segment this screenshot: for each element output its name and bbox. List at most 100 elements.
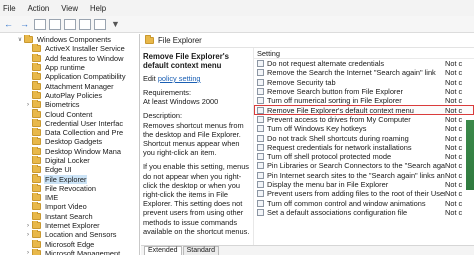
setting-row[interactable]: Prevent users from adding files to the r… — [254, 189, 474, 198]
policy-setting-link[interactable]: policy setting — [158, 74, 201, 83]
setting-row[interactable]: Turn off common control and window anima… — [254, 198, 474, 208]
tree-item[interactable]: Data Collection and Pre — [0, 127, 139, 138]
panel-header: File Explorer — [141, 34, 474, 48]
setting-row[interactable]: Remove the Search the Internet "Search a… — [254, 68, 474, 77]
tree-item[interactable]: Edge UI — [0, 165, 139, 174]
tree-item[interactable]: Desktop Gadgets — [0, 137, 139, 146]
setting-name: Remove Search button from File Explorer — [267, 87, 403, 97]
tree-item[interactable]: Digital Locker — [0, 155, 139, 165]
tree-item-label: Cloud Content — [45, 109, 93, 119]
tree-item[interactable]: › Microsoft Management — [0, 248, 139, 255]
setting-row[interactable]: Turn off Windows Key hotkeys Not c — [254, 124, 474, 133]
menu-action[interactable]: Action — [28, 4, 50, 13]
setting-state: Not c — [445, 59, 463, 69]
tree-item[interactable]: Cloud Content — [0, 109, 139, 119]
tree-item[interactable]: › Internet Explorer — [0, 220, 139, 230]
tree-item[interactable]: AutoPlay Policies — [0, 90, 139, 100]
setting-row[interactable]: Pin Internet search sites to the "Search… — [254, 171, 474, 180]
setting-row[interactable]: Set a default associations configuration… — [254, 208, 474, 217]
setting-name: Do not request alternate credentials — [267, 59, 385, 69]
tree-item[interactable]: Instant Search — [0, 211, 139, 221]
folder-icon — [32, 239, 41, 248]
setting-state: Not c — [445, 68, 463, 78]
folder-icon — [32, 100, 41, 109]
setting-name: Do not track Shell shortcuts during roam… — [267, 133, 409, 143]
tree-item[interactable]: › Location and Sensors — [0, 230, 139, 239]
policy-setting-icon — [257, 199, 264, 207]
folder-icon — [32, 90, 41, 99]
help-icon[interactable] — [79, 18, 91, 30]
setting-row[interactable]: Request credentials for network installa… — [254, 143, 474, 152]
setting-row[interactable]: Do not request alternate credentials Not … — [254, 59, 474, 68]
requirements: Requirements: At least Windows 2000 — [143, 88, 251, 106]
tree-item-label: Attachment Manager — [45, 81, 114, 91]
setting-row[interactable]: Remove Search button from File Explorer N… — [254, 87, 474, 96]
tree-item[interactable]: Attachment Manager — [0, 81, 139, 91]
setting-name: Turn off common control and window anima… — [267, 198, 426, 208]
policy-setting-icon — [257, 106, 264, 114]
policy-setting-icon — [257, 97, 264, 105]
folder-icon — [32, 155, 41, 164]
tree-item[interactable]: Desktop Window Mana — [0, 146, 139, 156]
setting-row[interactable]: Pin Libraries or Search Connectors to th… — [254, 161, 474, 170]
filter-icon[interactable]: ▼ — [109, 18, 122, 30]
forward-arrow-icon[interactable]: → — [18, 18, 31, 30]
menu-view[interactable]: View — [61, 4, 78, 13]
panel-title: File Explorer — [158, 36, 202, 45]
folder-icon — [32, 137, 41, 146]
tab-extended[interactable]: Extended — [144, 246, 182, 255]
setting-row[interactable]: Prevent access to drives from My Compute… — [254, 115, 474, 124]
chevron-down-icon[interactable]: ∨ — [16, 36, 24, 43]
back-arrow-icon[interactable]: ← — [2, 18, 15, 30]
chevron-right-icon[interactable]: › — [24, 250, 32, 255]
folder-icon — [32, 44, 41, 53]
setting-state: Not c — [445, 124, 463, 134]
tree-item[interactable]: App runtime — [0, 62, 139, 72]
tree-item[interactable]: File Explorer — [0, 174, 139, 184]
setting-name: Turn off numerical sorting in File Explo… — [267, 96, 402, 106]
setting-state: Not c — [445, 189, 463, 199]
tree-item-label: Import Video — [45, 202, 87, 212]
tree-item[interactable]: Import Video — [0, 202, 139, 211]
setting-row[interactable]: Display the menu bar in File Explorer Not… — [254, 180, 474, 189]
tree-item[interactable]: Credential User Interfac — [0, 118, 139, 128]
menu-help[interactable]: Help — [90, 4, 106, 13]
tree-item[interactable]: ∨ Windows Components — [0, 35, 139, 44]
chevron-right-icon[interactable]: › — [24, 232, 32, 238]
tree-item[interactable]: Add features to Window — [0, 53, 139, 63]
setting-state: Not c — [445, 207, 463, 217]
setting-name: Pin Libraries or Search Connectors to th… — [267, 161, 445, 171]
tree-item[interactable]: IME — [0, 193, 139, 202]
edit-line: Edit policy setting — [143, 74, 251, 83]
setting-name: Prevent users from adding files to the r… — [267, 189, 445, 199]
setting-row[interactable]: Remove Security tab Not c — [254, 78, 474, 87]
tree-item[interactable]: Application Compatibility — [0, 72, 139, 81]
policy-tree[interactable]: ∨ Windows Components ActiveX Installer Ser… — [0, 34, 140, 255]
view-icon[interactable] — [94, 18, 106, 30]
policy-setting-icon — [257, 60, 264, 68]
menu-file[interactable]: File — [3, 4, 16, 13]
chevron-right-icon[interactable]: › — [24, 102, 32, 108]
setting-state: Not c — [445, 87, 463, 97]
export-list-icon[interactable] — [64, 18, 76, 30]
setting-state: Not c — [445, 142, 463, 152]
policy-setting-icon — [257, 208, 264, 216]
show-hide-tree-icon[interactable] — [34, 18, 46, 30]
setting-row[interactable]: Do not track Shell shortcuts during roam… — [254, 133, 474, 143]
tree-item-label: Data Collection and Pre — [45, 128, 124, 138]
policy-setting-icon — [257, 143, 264, 151]
policy-setting-icon — [257, 69, 264, 77]
policy-setting-icon — [257, 162, 264, 170]
properties-icon[interactable] — [49, 18, 61, 30]
column-header-setting[interactable]: Setting — [254, 48, 474, 59]
setting-row[interactable]: Turn off shell protocol protected mode No… — [254, 152, 474, 161]
setting-name: Turn off shell protocol protected mode — [267, 152, 392, 162]
tree-item[interactable]: Microsoft Edge — [0, 239, 139, 249]
tab-standard[interactable]: Standard — [182, 246, 220, 255]
setting-row[interactable]: Turn off numerical sorting in File Explo… — [254, 96, 474, 105]
tree-item[interactable]: File Revocation — [0, 183, 139, 193]
selected-setting-row[interactable]: Remove File Explorer's default context m… — [254, 105, 474, 115]
chevron-right-icon[interactable]: › — [24, 223, 32, 229]
tree-item[interactable]: ActiveX Installer Service — [0, 44, 139, 53]
tree-item[interactable]: › Biometrics — [0, 100, 139, 109]
